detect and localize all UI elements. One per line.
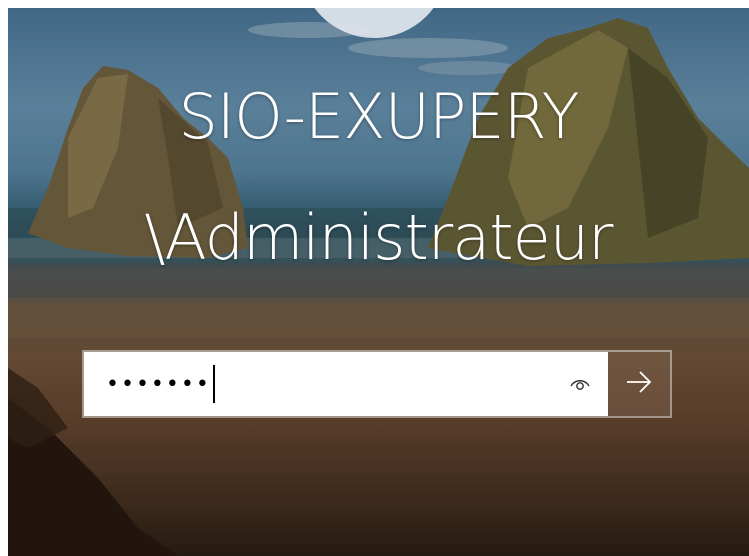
password-box: ••••••• [82,350,672,418]
submit-button[interactable] [608,352,670,416]
account-user-name: \Administrateur [144,201,613,274]
arrow-right-icon [624,370,654,398]
lock-screen-background: SIO-EXUPERY \Administrateur ••••••• [8,8,749,556]
password-value: ••••••• [106,371,211,397]
eye-icon[interactable] [566,370,594,398]
text-caret [212,365,215,403]
account-domain-name: SIO-EXUPERY [178,80,579,153]
password-input[interactable]: ••••••• [84,352,608,416]
